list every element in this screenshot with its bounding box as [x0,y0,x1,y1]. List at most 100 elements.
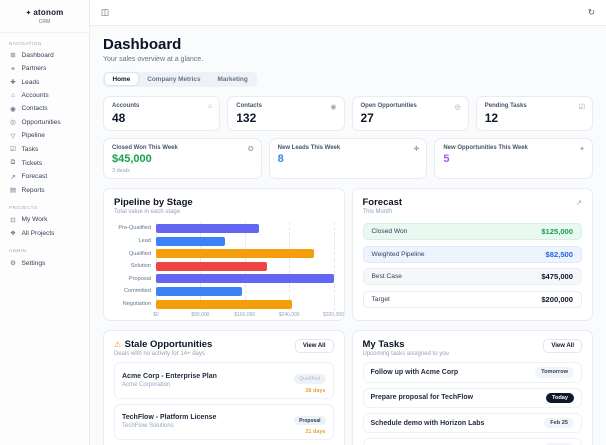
stale-opportunity-row[interactable]: Acme Corp - Enterprise Plan Acme Corporat… [114,362,334,399]
stat-card-pending-tasks: Pending Tasks 12 ☑ [475,95,593,131]
chart-bar-negotiation [156,299,292,309]
days-stale-label: 28 days [305,387,326,394]
sidebar-item-forecast[interactable]: ↗ Forecast [0,170,89,184]
stale-opportunities-title: Stale Opportunities [124,338,213,350]
sidebar-item-dashboard[interactable]: ⊞ Dashboard [0,49,89,63]
task-title: Follow up with Acme Corp [370,368,459,376]
chart-gridline [244,234,246,248]
task-row[interactable]: Review contract terms - PinnacleFeb 27 [362,438,582,445]
stale-opportunity-title: TechFlow - Platform License [122,414,217,422]
all-projects-icon: ❖ [10,230,16,238]
chart-row: Lead [114,234,335,248]
sidebar-item-label: Tasks [21,145,39,153]
sidebar-toggle-icon[interactable]: ◫ [101,8,109,17]
stale-opportunities-card: ⚠ Stale Opportunities Deals with no acti… [103,329,345,445]
sidebar-item-leads[interactable]: ✚ Leads [0,76,89,90]
task-row[interactable]: Follow up with Acme Corp Tomorrow [362,362,582,383]
sidebar-item-settings[interactable]: ⚙ Settings [0,256,89,270]
pipeline-by-stage-card: Pipeline by Stage Total value in each st… [103,187,345,321]
tab-marketing[interactable]: Marketing [210,73,256,85]
stat-card-contacts: Contacts 132 ◉ [227,95,345,131]
building-icon: ⌂ [208,102,213,110]
sidebar-item-contacts[interactable]: ◉ Contacts [0,102,89,116]
stage-badge: Proposal [294,415,326,426]
forecast-row-weighted-pipeline: Weighted Pipeline $82,500 [362,245,582,263]
week-label: New Opportunities This Week [443,144,528,151]
pipeline-bar-chart: Pre-Qualified Lead Qualified Solution Propos… [114,222,335,311]
chart-bar-lead [156,236,226,246]
forecast-icon: ↗ [10,173,16,181]
task-title: Schedule demo with Horizon Labs [370,419,485,427]
my-tasks-title: My Tasks [362,338,405,350]
chart-gridline [333,222,335,235]
chart-gridline [333,297,335,311]
tab-home[interactable]: Home [104,73,139,86]
stat-value: 27 [360,110,374,125]
sidebar: ✦ atonom CRM Navigation ⊞ Dashboard ⚭ Partne… [0,0,90,445]
refresh-icon[interactable]: ↻ [588,8,595,17]
chart-gridline [333,234,335,248]
accounts-icon: ⌂ [11,92,15,100]
sidebar-item-tasks[interactable]: ☑ Tasks [0,143,89,157]
forecast-row-value: $475,000 [541,272,573,282]
sidebar-item-pipeline[interactable]: ▽ Pipeline [0,129,89,143]
stat-value: 48 [112,110,126,125]
chart-plot-area [156,259,335,273]
task-row[interactable]: Prepare proposal for TechFlow Today [362,387,582,408]
stat-label: Pending Tasks [484,102,527,109]
stat-label: Accounts [112,102,140,109]
dashboard-icon: ⊞ [10,52,16,60]
chart-category-label: Solution [130,263,151,270]
week-value: 5 [443,153,450,166]
sidebar-item-partners[interactable]: ⚭ Partners [0,62,89,76]
forecast-rows: Closed Won $125,000 Weighted Pipeline $82,5… [362,223,582,308]
days-stale-label: 21 days [305,429,326,436]
chart-row: Negotiation [114,297,335,311]
stale-opportunity-title: Acme Corp - Enterprise Plan [122,372,217,380]
sidebar-item-reports[interactable]: ▤ Reports [0,183,89,197]
pipeline-chart-subtitle: Total value in each stage [114,209,181,216]
chart-plot-area [156,222,335,235]
reports-icon: ▤ [9,187,17,195]
week-card-new-opportunities-this-week: New Opportunities This Week 5 ✦ [434,137,593,179]
week-value: 8 [277,153,284,166]
sidebar-item-opportunities[interactable]: ◎ Opportunities [0,115,89,129]
stale-view-all-button[interactable]: View All [294,338,334,353]
tickets-icon: ⧉ [10,159,16,167]
week-value: $45,000 [112,153,152,166]
sidebar-item-label: Dashboard [21,51,54,59]
leads-icon: ✚ [10,79,16,87]
stale-opportunity-meta: Proposal 21 days [294,409,326,436]
chart-plot-area [156,247,335,260]
sidebar-item-my-work[interactable]: ⊡ My Work [0,213,89,227]
clipboard-icon: ☑ [578,103,585,111]
stale-opportunity-row[interactable]: TechFlow - Platform License TechFlow Solu… [114,403,334,441]
pipeline-chart-x-axis: $0 $80,000 $160,000 $240,000 $320,000 [153,312,344,320]
tasks-icon: ☑ [10,146,16,154]
sidebar-item-accounts[interactable]: ⌂ Accounts [0,89,89,102]
tasks-view-all-button[interactable]: View All [543,338,582,353]
chart-row: Qualified [114,247,335,260]
sidebar-item-label: Leads [21,78,40,86]
weekly-stats-row: Closed Won This Week $45,000 3 deals ✪ New L… [103,137,593,179]
chart-gridline [333,272,335,286]
page-subtitle: Your sales overview at a glance. [103,55,204,63]
tab-company-metrics[interactable]: Company Metrics [139,73,208,85]
task-due-badge: Today [545,392,574,403]
target-icon: ◎ [454,103,461,111]
task-row[interactable]: Schedule demo with Horizon Labs Feb 25 [362,412,582,434]
logo-subtitle: CRM [38,18,51,25]
app-logo: ✦ atonom CRM [0,5,89,33]
pipeline-chart-title: Pipeline by Stage [114,196,193,208]
forecast-row-label: Weighted Pipeline [371,250,425,258]
sidebar-section-label: Navigation [9,40,42,46]
stat-value: 132 [236,110,257,125]
sidebar-item-label: My Work [21,216,48,224]
sidebar-item-tickets[interactable]: ⧉ Tickets [0,156,89,170]
sidebar-item-all-projects[interactable]: ❖ All Projects [0,227,89,241]
forecast-row-best-case: Best Case $475,000 [362,268,582,286]
stale-opportunities-list: Acme Corp - Enterprise Plan Acme Corporat… [114,362,334,445]
charts-row: Pipeline by Stage Total value in each st… [103,187,593,321]
forecast-card: Forecast This Month ↗ Closed Won $125,000… [351,187,593,321]
chart-plot-area [156,285,335,298]
